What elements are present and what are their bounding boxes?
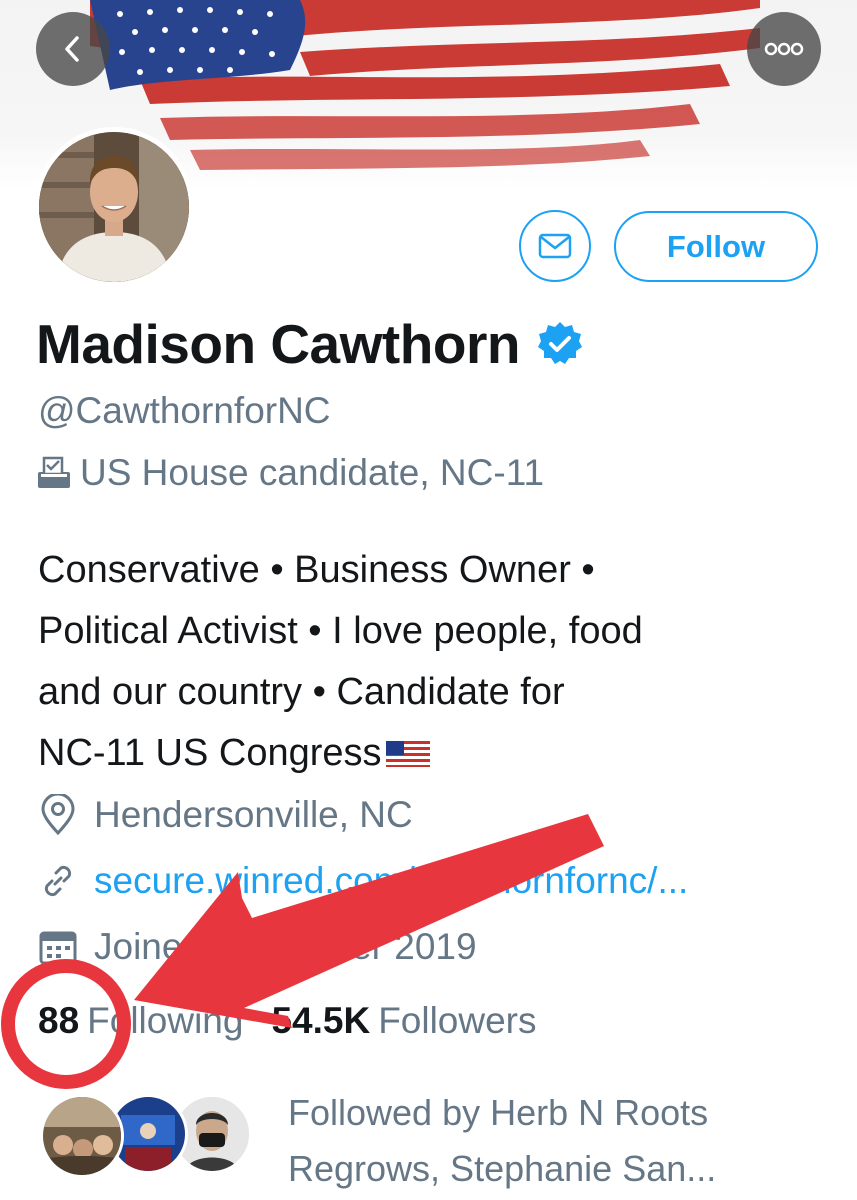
followers-stat[interactable]: 54.5K Followers: [271, 1000, 536, 1042]
follower-avatar-1: [40, 1094, 124, 1178]
profile-handle: @CawthornforNC: [38, 390, 331, 431]
joined-text: Joined December 2019: [94, 926, 477, 967]
follow-stats: 88 Following 54.5K Followers: [38, 1000, 537, 1042]
profile-location: Hendersonville, NC: [38, 794, 413, 836]
message-button[interactable]: [519, 210, 591, 282]
following-label: Following: [87, 1000, 244, 1041]
chevron-left-icon: [65, 36, 79, 62]
bio-text: Conservative • Business Owner • Politica…: [38, 549, 643, 774]
followed-by-text[interactable]: Followed by Herb N Roots Regrows, Stepha…: [288, 1085, 828, 1197]
back-button[interactable]: [36, 12, 110, 86]
more-dots-icon: [764, 42, 804, 56]
website-link[interactable]: secure.winred.com/cawthornfornc/...: [94, 860, 688, 902]
us-flag-emoji-icon: [385, 741, 430, 767]
location-text: Hendersonville, NC: [94, 794, 413, 835]
envelope-icon: [538, 233, 572, 259]
following-stat[interactable]: 88 Following: [38, 1000, 243, 1042]
profile-website[interactable]: secure.winred.com/cawthornfornc/...: [38, 860, 688, 902]
more-options-button[interactable]: [747, 12, 821, 86]
profile-bio: Conservative • Business Owner • Politica…: [38, 540, 828, 784]
ballot-box-icon: [38, 456, 70, 488]
profile-avatar[interactable]: [34, 127, 194, 287]
following-count: 88: [38, 1000, 80, 1041]
category-label: US House candidate, NC-11: [80, 452, 545, 493]
profile-category: US House candidate, NC-11: [36, 452, 544, 494]
profile-joined: Joined December 2019: [38, 926, 477, 968]
follower-photo: [43, 1097, 121, 1175]
calendar-icon: [39, 931, 77, 965]
profile-photo: [39, 132, 189, 282]
follow-button[interactable]: Follow: [614, 211, 818, 282]
followers-count: 54.5K: [271, 1000, 371, 1041]
followers-label: Followers: [378, 1000, 537, 1041]
display-name: Madison Cawthorn: [36, 313, 520, 375]
link-icon: [44, 865, 72, 897]
location-pin-icon: [41, 794, 75, 836]
profile-name: Madison Cawthorn: [36, 312, 584, 376]
verified-badge-icon: [537, 322, 582, 364]
